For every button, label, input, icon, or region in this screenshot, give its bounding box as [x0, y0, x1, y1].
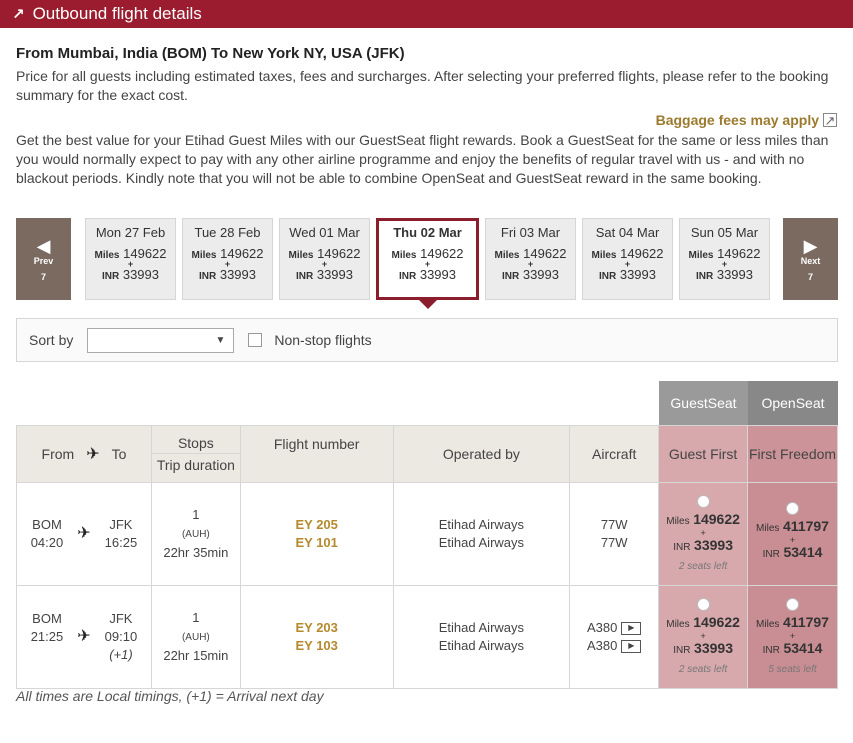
nonstop-checkbox[interactable]	[248, 333, 263, 347]
guest-first-fare[interactable]: Miles 149622 + INR 33993 2 seats left	[658, 482, 749, 586]
next-dates-button[interactable]: ▶ Next 7	[783, 218, 838, 300]
nonstop-label[interactable]: Non-stop flights	[274, 332, 371, 348]
fare-radio[interactable]	[696, 494, 710, 508]
section-header: ↗ Outbound flight details	[0, 0, 853, 28]
aircraft-header: Aircraft	[569, 425, 660, 483]
table-header-row: From ✈ To Stops Trip duration Flight num…	[16, 425, 838, 483]
sort-select[interactable]: ▼	[87, 327, 235, 353]
plane-icon: ✈	[86, 446, 100, 463]
flight-number-cell[interactable]: EY 205 EY 101	[239, 482, 394, 586]
operated-by-cell: Etihad Airways Etihad Airways	[392, 585, 571, 689]
date-tab-tue-28-feb[interactable]: Tue 28 Feb Miles 149622 + INR 33993	[182, 218, 273, 300]
openseat-header: OpenSeat	[748, 381, 838, 425]
baggage-fees-link[interactable]: Baggage fees may apply ↗	[656, 112, 837, 128]
first-freedom-fare[interactable]: Miles 411797 + INR 53414 5 seats left	[747, 585, 838, 689]
fare-radio[interactable]	[786, 501, 800, 515]
date-tab-fri-03-mar[interactable]: Fri 03 Mar Miles 149622 + INR 33993	[485, 218, 576, 300]
triangle-right-icon: ▶	[803, 236, 818, 256]
aircraft-cell: 77W 77W	[569, 482, 660, 586]
date-tab-wed-01-mar[interactable]: Wed 01 Mar Miles 149622 + INR 33993	[279, 218, 370, 300]
from-to-cell: BOM 04:20 ✈ JFK 16:25	[16, 482, 152, 586]
date-tab-sat-04-mar[interactable]: Sat 04 Mar Miles 149622 + INR 33993	[582, 218, 673, 300]
guestseat-note: Get the best value for your Etihad Guest…	[16, 132, 829, 186]
filter-bar: Sort by ▼ Non-stop flights	[16, 318, 838, 362]
date-tab-thu-02-mar-selected[interactable]: Thu 02 Mar Miles 149622 + INR 33993	[376, 218, 479, 309]
fare-radio[interactable]	[786, 597, 800, 611]
stops-cell: 1 (AUH) 22hr 35min	[150, 482, 241, 586]
price-note: Price for all guests including estimated…	[16, 68, 829, 103]
date-tab-mon-27-feb[interactable]: Mon 27 Feb Miles 149622 + INR 33993	[85, 218, 176, 300]
aircraft-cell: A380 ▶ A380 ▶	[569, 585, 660, 689]
date-tab-sun-05-mar[interactable]: Sun 05 Mar Miles 149622 + INR 33993	[679, 218, 770, 300]
arrow-up-right-icon: ↗	[12, 6, 25, 23]
stops-cell: 1 (AUH) 22hr 15min	[150, 585, 241, 689]
guest-first-header: Guest First	[658, 425, 749, 483]
table-row: BOM 21:25 ✈ JFK 09:10 (+1) 1 (AUH) 22hr 15m…	[16, 585, 838, 689]
stops-header: Stops Trip duration	[150, 425, 241, 483]
plane-icon: ✈	[77, 628, 91, 645]
fare-radio[interactable]	[696, 597, 710, 611]
first-freedom-header: First Freedom	[747, 425, 838, 483]
first-freedom-fare[interactable]: Miles 411797 + INR 53414	[747, 482, 838, 586]
date-selector: Mon 27 Feb Miles 149622 + INR 33993 Tue …	[85, 218, 770, 309]
external-link-icon[interactable]: ↗	[823, 113, 837, 127]
play-video-icon[interactable]: ▶	[621, 639, 642, 653]
plane-icon: ✈	[77, 525, 91, 542]
prev-dates-button[interactable]: ◀ Prev 7	[16, 218, 71, 300]
dropdown-arrow-icon: ▼	[215, 334, 226, 346]
from-to-cell: BOM 21:25 ✈ JFK 09:10 (+1)	[16, 585, 152, 689]
from-to-header: From ✈ To	[16, 425, 152, 483]
footnote: All times are Local timings, (+1) = Arri…	[16, 688, 324, 704]
triangle-left-icon: ◀	[36, 236, 51, 256]
sort-label: Sort by	[29, 332, 74, 348]
guest-first-fare[interactable]: Miles 149622 + INR 33993 2 seats left	[658, 585, 749, 689]
operated-by-header: Operated by	[392, 425, 571, 483]
flight-number-header: Flight number	[239, 425, 394, 483]
route-title: From Mumbai, India (BOM) To New York NY,…	[16, 45, 405, 62]
operated-by-cell: Etihad Airways Etihad Airways	[392, 482, 571, 586]
flight-number-cell[interactable]: EY 203 EY 103	[239, 585, 394, 689]
play-video-icon[interactable]: ▶	[621, 621, 642, 635]
section-title: Outbound flight details	[32, 4, 202, 23]
guestseat-header: GuestSeat	[659, 381, 748, 425]
flights-table: From ✈ To Stops Trip duration Flight num…	[16, 425, 838, 689]
table-row: BOM 04:20 ✈ JFK 16:25 1 (AUH) 22hr 35min E…	[16, 482, 838, 586]
